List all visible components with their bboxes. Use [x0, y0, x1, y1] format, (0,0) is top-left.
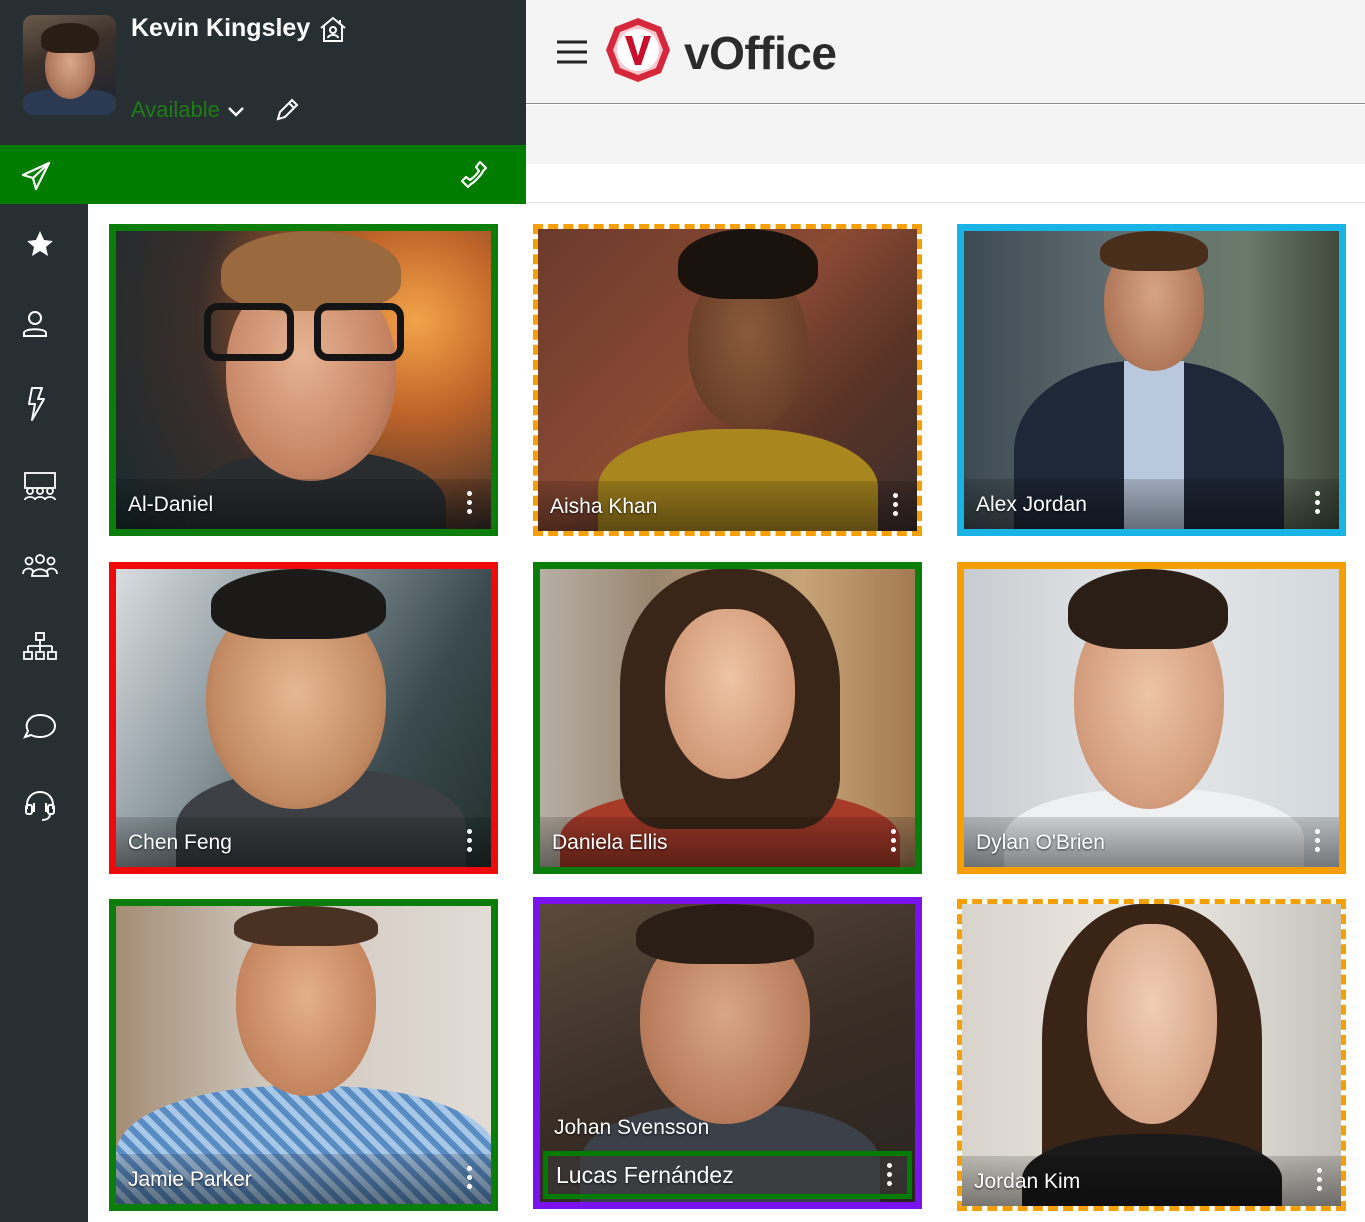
group-icon: [22, 554, 58, 577]
app-header: vOffice: [526, 0, 1365, 104]
contact-name: Chen Feng: [128, 831, 232, 854]
more-options-icon[interactable]: [465, 1166, 473, 1192]
nav-groups[interactable]: [20, 546, 60, 586]
contact-name: Johan Svensson: [554, 1116, 710, 1139]
hamburger-menu-icon[interactable]: [556, 38, 588, 66]
contact-tile-al-daniel[interactable]: Al-Daniel: [109, 224, 498, 536]
phone-icon[interactable]: [458, 159, 490, 191]
contact-name: Aisha Khan: [550, 495, 658, 518]
divider: [526, 202, 1365, 203]
contact-tile-dylan-obrien[interactable]: Dylan O'Brien: [957, 562, 1346, 874]
pencil-icon[interactable]: [274, 97, 300, 123]
nav-contacts[interactable]: [20, 304, 60, 344]
contact-name: Jamie Parker: [128, 1168, 252, 1191]
meeting-room-icon: [24, 472, 56, 501]
more-options-icon[interactable]: [465, 829, 473, 855]
user-name: Kevin Kingsley: [131, 14, 311, 42]
contact-name: Dylan O'Brien: [976, 831, 1105, 854]
more-options-icon[interactable]: [1313, 491, 1321, 517]
more-options-icon[interactable]: [885, 1163, 893, 1189]
star-icon: [27, 231, 53, 256]
org-chart-icon: [23, 632, 57, 660]
nav-chat[interactable]: [20, 706, 60, 746]
send-icon[interactable]: [20, 160, 52, 192]
contact-name: Alex Jordan: [976, 493, 1087, 516]
avatar[interactable]: [23, 15, 116, 115]
nav-activity[interactable]: [20, 384, 60, 424]
contact-tile-jamie-parker[interactable]: Jamie Parker: [109, 899, 498, 1211]
nav-favorites[interactable]: [20, 224, 60, 264]
lightning-icon: [28, 387, 45, 421]
headset-icon: [25, 790, 55, 821]
chat-bubble-icon: [23, 713, 57, 739]
toolbar-area: [526, 105, 1365, 164]
more-options-icon[interactable]: [891, 493, 899, 519]
contact-tile-jordan-kim[interactable]: Jordan Kim: [957, 899, 1346, 1211]
nav-org-chart[interactable]: [20, 628, 60, 668]
contact-tile-daniela-ellis[interactable]: Daniela Ellis: [533, 562, 922, 874]
contact-tile-aisha-khan[interactable]: Aisha Khan: [533, 224, 922, 536]
shared-participant-name: Lucas Fernández: [556, 1162, 734, 1188]
vOffice-logo: [606, 18, 670, 82]
app-title: vOffice: [684, 27, 837, 79]
contact-tile-chen-feng[interactable]: Chen Feng: [109, 562, 498, 874]
contact-name: Al-Daniel: [128, 493, 214, 516]
profile-panel: Kevin Kingsley Available: [0, 0, 526, 145]
contact-name: Daniela Ellis: [552, 831, 668, 854]
contact-tile-alex-jordan[interactable]: Alex Jordan: [957, 224, 1346, 536]
more-options-icon[interactable]: [1313, 829, 1321, 855]
more-options-icon[interactable]: [1315, 1168, 1323, 1194]
more-options-icon[interactable]: [465, 491, 473, 517]
shared-participant-tile[interactable]: Lucas Fernández: [543, 1151, 912, 1199]
action-bar: [0, 145, 526, 204]
more-options-icon[interactable]: [889, 829, 897, 855]
chevron-down-icon[interactable]: [226, 101, 246, 121]
nav-meeting-rooms[interactable]: [20, 466, 60, 506]
side-navigation: [0, 204, 88, 1222]
nav-support[interactable]: [20, 786, 60, 826]
status-select[interactable]: Available: [131, 97, 220, 123]
home-icon[interactable]: [318, 14, 348, 44]
contact-name: Jordan Kim: [974, 1170, 1081, 1193]
person-icon: [23, 311, 47, 337]
contact-tile-johan-svensson[interactable]: Johan Svensson Lucas Fernández: [533, 897, 922, 1209]
